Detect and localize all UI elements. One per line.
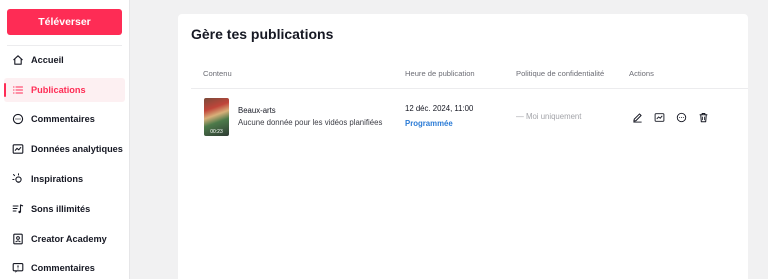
comments-button[interactable] xyxy=(674,110,688,124)
academy-icon xyxy=(11,232,25,246)
column-header-time: Heure de publication xyxy=(405,69,475,78)
comment-icon xyxy=(11,112,25,126)
sidebar: Téléverser Accueil Publications Commenta… xyxy=(0,0,130,279)
home-icon xyxy=(11,53,25,67)
sidebar-item-label: Commentaires xyxy=(31,263,95,273)
header-divider xyxy=(191,88,748,89)
privacy-setting[interactable]: — Moi uniquement xyxy=(516,112,581,121)
comment-icon xyxy=(676,112,686,122)
sidebar-item-label: Publications xyxy=(31,85,86,95)
sidebar-item-publications[interactable]: Publications xyxy=(4,78,125,102)
sidebar-item-label: Sons illimités xyxy=(31,204,91,214)
posts-panel: Gère tes publications Contenu Heure de p… xyxy=(178,14,748,279)
sidebar-item-label: Creator Academy xyxy=(31,234,107,244)
list-icon xyxy=(11,83,25,97)
sidebar-item-analytics[interactable]: Données analytiques xyxy=(4,137,125,161)
trash-icon xyxy=(699,112,707,122)
sidebar-item-inspirations[interactable]: Inspirations xyxy=(4,167,125,191)
sidebar-item-sounds[interactable]: Sons illimités xyxy=(4,197,125,221)
sidebar-divider xyxy=(7,45,122,46)
video-title[interactable]: Beaux-arts xyxy=(238,106,276,115)
sidebar-item-label: Données analytiques xyxy=(31,144,123,154)
sidebar-item-label: Inspirations xyxy=(31,174,84,184)
column-header-actions: Actions xyxy=(629,69,654,78)
video-thumbnail[interactable]: 00:23 xyxy=(204,98,229,136)
publish-time: 12 déc. 2024, 11:00 xyxy=(405,104,474,113)
sidebar-item-label: Commentaires xyxy=(31,114,95,124)
page-title: Gère tes publications xyxy=(191,26,334,42)
sidebar-item-comments[interactable]: Commentaires xyxy=(4,107,125,131)
thumbnail-duration: 00:23 xyxy=(210,129,223,135)
column-header-content: Contenu xyxy=(203,69,232,78)
edit-button[interactable] xyxy=(630,110,644,124)
video-description: Aucune donnée pour les vidéos planifiées xyxy=(238,118,383,127)
sidebar-item-feedback[interactable]: Commentaires xyxy=(4,256,125,279)
upload-button[interactable]: Téléverser xyxy=(7,9,122,35)
analytics-icon xyxy=(11,142,25,156)
column-header-privacy: Politique de confidentialité xyxy=(516,69,605,78)
delete-button[interactable] xyxy=(696,110,710,124)
sidebar-item-creator-academy[interactable]: Creator Academy xyxy=(4,227,125,251)
sidebar-item-home[interactable]: Accueil xyxy=(4,48,125,72)
music-icon xyxy=(11,202,25,216)
status-badge: Programmée xyxy=(405,119,453,128)
lightbulb-icon xyxy=(11,172,25,186)
sidebar-item-label: Accueil xyxy=(31,55,64,65)
analytics-icon xyxy=(654,112,664,122)
analytics-button[interactable] xyxy=(652,110,666,124)
feedback-icon xyxy=(11,261,25,275)
edit-icon xyxy=(632,112,642,123)
